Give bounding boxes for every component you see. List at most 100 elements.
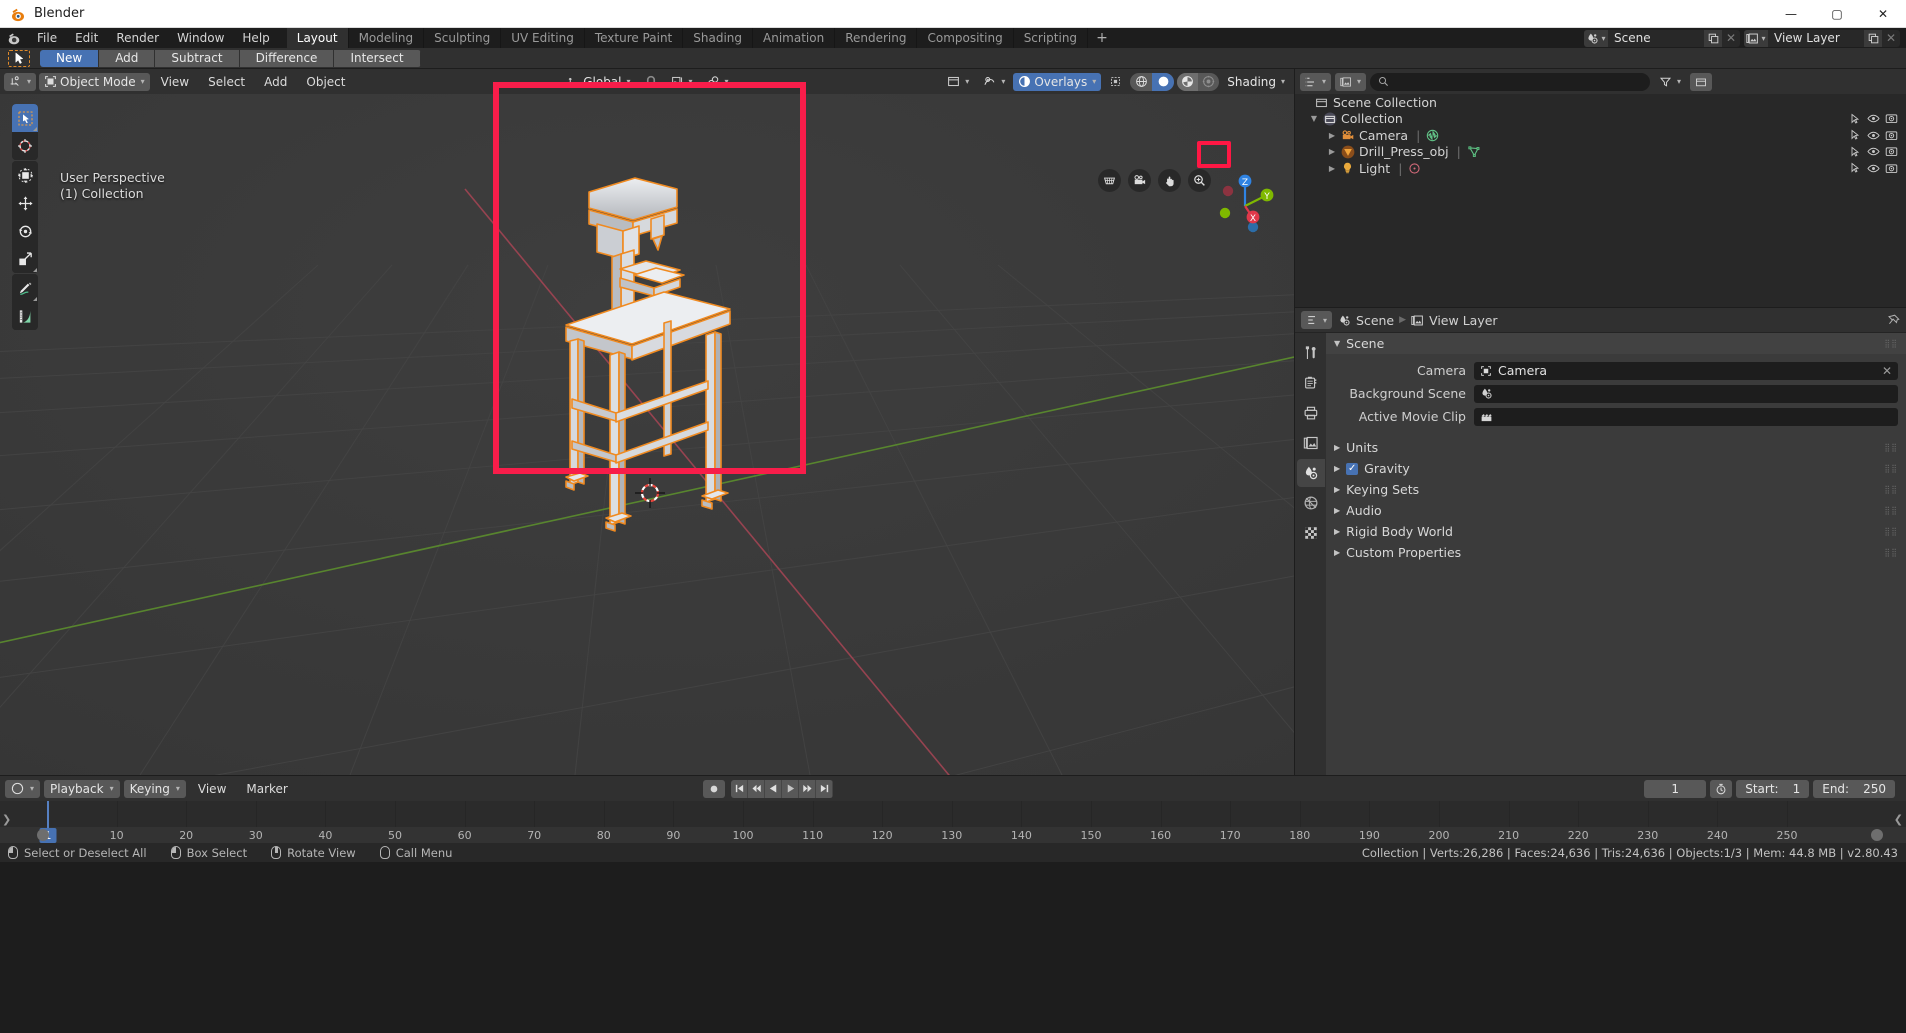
minimize-button[interactable]: — [1768,0,1814,28]
selectable-toggle-icon[interactable] [1846,162,1864,175]
boolean-intersect-button[interactable]: Intersect [334,50,420,67]
outliner-display-mode-button[interactable]: ▾ [1335,73,1366,91]
navigation-axis-gizmo[interactable]: Z Y X [1210,169,1280,239]
panel-header-custom-properties[interactable]: ▶ Custom Properties ⣿⣿ [1326,542,1906,563]
previous-keyframe-button[interactable] [748,780,765,798]
editor-type-button[interactable]: ▾ [4,73,36,91]
frame-range-field[interactable]: Start: 1 [1736,780,1809,798]
outliner-filter-button[interactable]: ▾ [1654,73,1686,91]
jump-to-start-button[interactable] [731,780,748,798]
hide-in-viewport-icon[interactable] [1864,162,1882,175]
visibility-selector[interactable]: ▾ [942,73,974,91]
disable-in-renders-icon[interactable] [1882,112,1900,125]
output-tab[interactable] [1297,399,1325,427]
viewport-menu-object[interactable]: Object [298,73,353,91]
timeline-menu-view[interactable]: View [190,780,234,798]
clear-camera-icon[interactable]: ✕ [1882,364,1892,378]
tab-compositing[interactable]: Compositing [917,28,1013,48]
active-movie-clip-field[interactable] [1474,408,1898,426]
tab-animation[interactable]: Animation [753,28,835,48]
cursor-tool[interactable] [12,132,38,160]
scene-name-field[interactable]: Scene [1608,30,1704,47]
outliner-editor[interactable]: ▾ ▾ [1294,69,1906,307]
maximize-button[interactable]: ▢ [1814,0,1860,28]
render-tab[interactable] [1297,369,1325,397]
boolean-subtract-button[interactable]: Subtract [155,50,239,67]
material-preview-shading-button[interactable] [1177,73,1198,91]
pan-view-icon[interactable] [1158,169,1181,192]
scene-selector[interactable]: ▾ Scene ✕ [1584,30,1740,47]
new-scene-button[interactable] [1704,30,1722,47]
breadcrumb-scene[interactable]: Scene [1356,313,1394,328]
selectable-toggle-icon[interactable] [1846,145,1864,158]
viewport-menu-select[interactable]: Select [200,73,253,91]
selectable-toggle-icon[interactable] [1846,112,1864,125]
boolean-add-button[interactable]: Add [99,50,155,67]
disable-in-renders-icon[interactable] [1882,145,1900,158]
transform-tool[interactable] [12,161,38,189]
view-layer-selector[interactable]: ▾ View Layer ✕ [1744,30,1900,47]
transform-orientation-selector[interactable]: Global ▾ [562,73,635,91]
panel-header-units[interactable]: ▶ Units ⣿⣿ [1326,437,1906,458]
tweak-select-tool[interactable] [12,104,38,132]
rendered-shading-button[interactable] [1198,73,1219,91]
outliner-row-light[interactable]: ▶ Light | [1295,160,1906,177]
menu-edit[interactable]: Edit [66,28,107,48]
hide-in-viewport-icon[interactable] [1864,145,1882,158]
new-view-layer-button[interactable] [1864,30,1882,47]
disclosure-triangle[interactable]: ▼ [1307,114,1321,123]
mesh-data-icon[interactable]: | [1457,144,1481,159]
gizmo-selector[interactable]: ▾ [977,73,1010,91]
tool-tab[interactable] [1297,339,1325,367]
jump-to-end-button[interactable] [816,780,833,798]
outliner-editor-type-button[interactable]: ▾ [1300,73,1331,91]
play-reverse-button[interactable] [765,780,782,798]
interaction-mode-selector[interactable]: Object Mode ▾ [39,73,150,91]
tab-shading[interactable]: Shading [683,28,753,48]
toggle-camera-perspective-icon[interactable] [1098,169,1121,192]
outliner-row-drill-press[interactable]: ▶ Drill_Press_obj | [1295,144,1906,161]
measure-tool[interactable] [12,302,38,330]
use-preview-range-button[interactable] [1710,780,1732,798]
camera-field[interactable]: Camera ✕ [1474,362,1898,380]
boolean-new-button[interactable]: New [40,50,99,67]
outliner-search-input[interactable] [1394,75,1642,89]
play-button[interactable] [782,780,799,798]
light-data-icon[interactable]: | [1398,161,1421,176]
playback-dropdown[interactable]: Playback▾ [44,780,120,798]
viewport-menu-add[interactable]: Add [256,73,295,91]
current-frame-field[interactable]: 1 [1644,780,1706,798]
tab-scripting[interactable]: Scripting [1014,28,1088,48]
scrollbar-handle-left[interactable] [37,829,49,841]
view-layer-name-field[interactable]: View Layer [1768,30,1864,47]
annotate-tool[interactable] [12,274,38,302]
panel-header-keying-sets[interactable]: ▶ Keying Sets ⣿⣿ [1326,479,1906,500]
overlays-toggle[interactable]: Overlays ▾ [1013,73,1101,91]
timeline-editor-type-button[interactable]: ▾ [5,780,40,798]
hide-in-viewport-icon[interactable] [1864,112,1882,125]
panel-header-gravity[interactable]: ▶ ✓ Gravity ⣿⣿ [1326,458,1906,479]
properties-editor[interactable]: ▾ Scene ▶ [1294,307,1906,775]
close-button[interactable]: ✕ [1860,0,1906,28]
view-layer-tab[interactable] [1297,429,1325,457]
world-tab[interactable] [1297,489,1325,517]
selectable-toggle-icon[interactable] [1846,129,1864,142]
pivot-point-selector[interactable]: ▾ [666,73,698,91]
disclosure-triangle[interactable]: ▶ [1325,147,1339,156]
outliner-search-box[interactable] [1370,73,1650,91]
menu-window[interactable]: Window [168,28,233,48]
breadcrumb-view-layer[interactable]: View Layer [1429,313,1498,328]
outliner-row-collection[interactable]: ▼ Collection [1295,111,1906,128]
expand-channels-icon[interactable]: ❯ [2,813,11,826]
scale-tool[interactable] [12,245,38,273]
add-workspace-button[interactable]: + [1088,28,1116,48]
menu-render[interactable]: Render [107,28,168,48]
tab-uv-editing[interactable]: UV Editing [501,28,585,48]
menu-help[interactable]: Help [233,28,278,48]
zoom-view-icon[interactable] [1188,169,1211,192]
viewport-menu-view[interactable]: View [153,73,197,91]
properties-editor-type-button[interactable]: ▾ [1301,311,1332,329]
tab-layout[interactable]: Layout [287,28,349,48]
hide-in-viewport-icon[interactable] [1864,129,1882,142]
camera-data-icon[interactable]: | [1416,128,1439,143]
